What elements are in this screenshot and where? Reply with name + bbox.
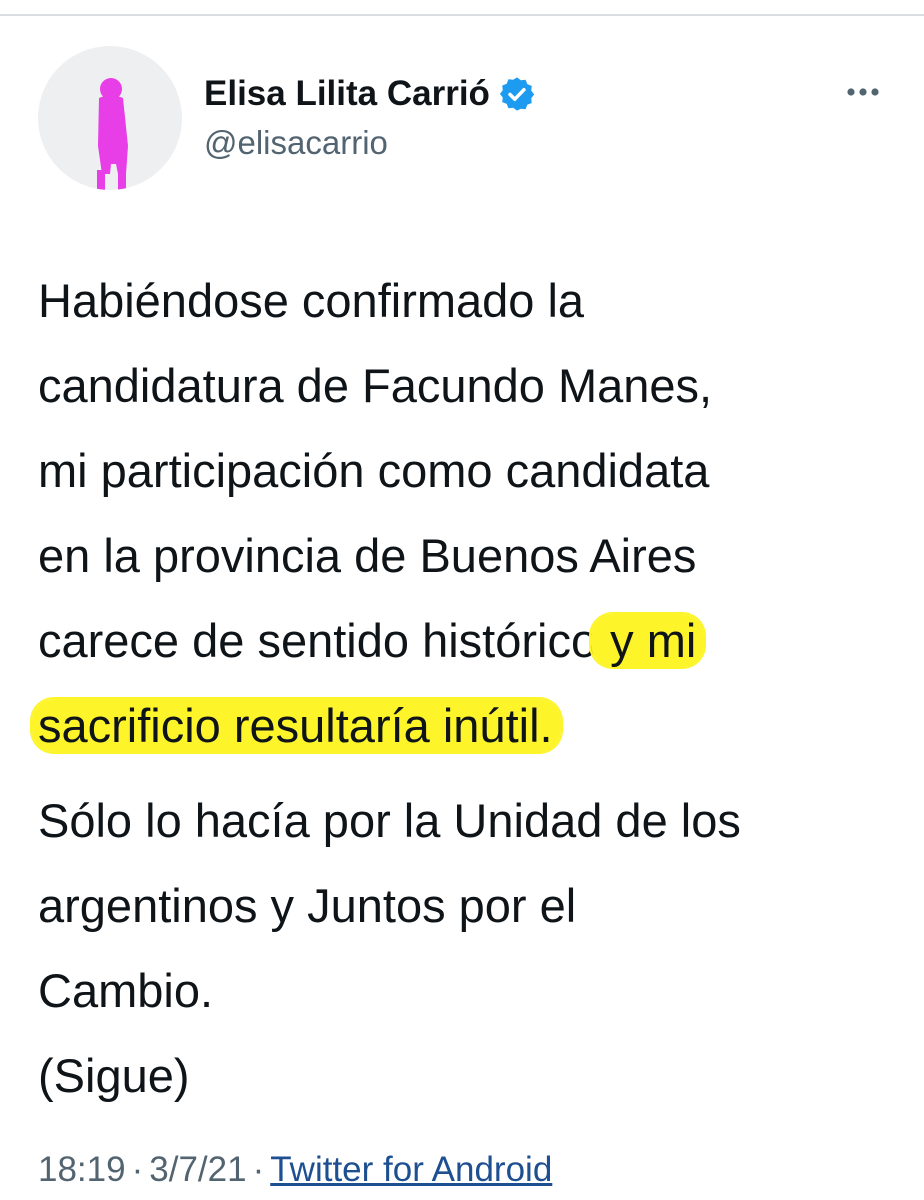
tweet-metadata: 18:19 · 3/7/21 · Twitter for Android — [38, 1150, 552, 1190]
separator: · — [252, 1150, 265, 1189]
tweet-line: mi participación como candidata — [38, 444, 710, 497]
tweet-date[interactable]: 3/7/21 — [149, 1150, 246, 1189]
tweet-line: Sólo lo hacía por la Unidad de los — [38, 794, 741, 847]
tweet-line: candidatura de Facundo Manes, — [38, 359, 713, 412]
highlighted-text: sacrificio resultaría inútil. — [32, 699, 561, 752]
avatar[interactable] — [38, 46, 182, 190]
tweet-time[interactable]: 18:19 — [38, 1150, 126, 1189]
tweet-paragraph-2: Sólo lo hacía por la Unidad de los argen… — [38, 778, 898, 1118]
tweet-line: Cambio. — [38, 964, 214, 1017]
tweet-line: Habiéndose confirmado la — [38, 274, 585, 327]
author-display-name[interactable]: Elisa Lilita Carrió — [204, 74, 490, 114]
source-link[interactable]: Twitter for Android — [270, 1150, 552, 1189]
verified-badge-icon — [499, 77, 535, 111]
highlighted-text: y mi — [591, 614, 705, 667]
more-horizontal-icon — [847, 88, 879, 96]
more-options-button[interactable] — [836, 72, 890, 112]
tweet-line: en la provincia de Buenos Aires — [38, 529, 697, 582]
author-handle[interactable]: @elisacarrio — [204, 124, 388, 162]
tweet-line: argentinos y Juntos por el — [38, 879, 577, 932]
tweet-line-text: carece de sentido histórico — [38, 614, 598, 667]
tweet-text: Habiéndose confirmado la candidatura de … — [32, 258, 898, 1118]
tweet-paragraph-1: Habiéndose confirmado la candidatura de … — [32, 258, 898, 768]
tweet-line: sacrificio resultaría inútil. — [32, 683, 898, 768]
tweet-line: (Sigue) — [38, 1049, 190, 1102]
person-silhouette-icon — [97, 78, 128, 190]
author-name-row: Elisa Lilita Carrió — [204, 70, 536, 118]
tweet-line: carece de sentido histórico y mi — [38, 598, 898, 683]
top-divider — [0, 14, 924, 16]
separator: · — [131, 1150, 144, 1189]
